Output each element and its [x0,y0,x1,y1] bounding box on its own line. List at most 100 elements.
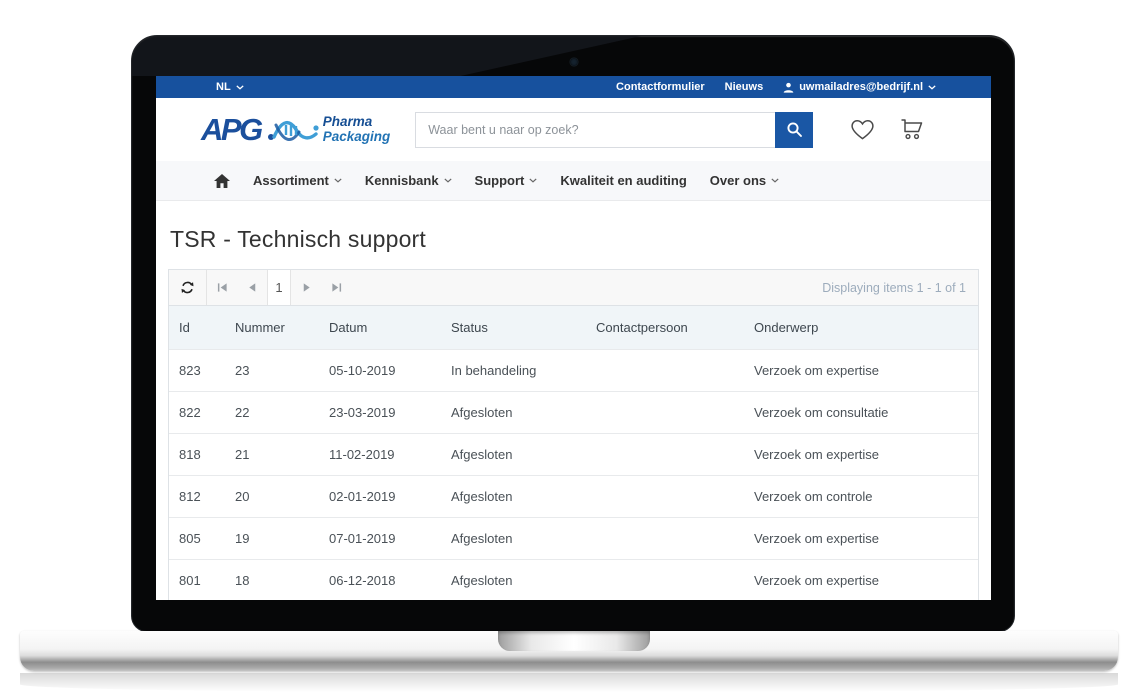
nav-item-kwaliteit[interactable]: Kwaliteit en auditing [560,173,686,188]
cell-nummer: 19 [225,517,319,559]
page-title: TSR - Technisch support [170,226,979,253]
next-page-button[interactable] [291,270,321,305]
tickets-grid-panel: 1 Displaying items 1 - 1 [168,269,979,600]
cell-id: 805 [169,517,225,559]
site-topbar: NL Contactformulier Nieuws uwmailadres@b… [156,76,991,98]
account-menu[interactable]: uwmailadres@bedrijf.nl [783,81,936,93]
search-icon [786,121,803,138]
language-selector[interactable]: NL [216,81,244,93]
browser-viewport: NL Contactformulier Nieuws uwmailadres@b… [156,76,991,600]
search-button[interactable] [775,112,813,148]
laptop-screen-frame: NL Contactformulier Nieuws uwmailadres@b… [131,35,1015,632]
nav-item-label: Over ons [710,173,766,188]
search-bar [415,112,813,148]
first-page-button[interactable] [207,270,237,305]
cell-datum: 05-10-2019 [319,349,441,391]
logo-tagline: Pharma Packaging [323,115,391,144]
first-page-icon [217,282,228,293]
cell-datum: 11-02-2019 [319,433,441,475]
cell-id: 801 [169,559,225,600]
cell-nummer: 20 [225,475,319,517]
table-row[interactable]: 822 22 23-03-2019 Afgesloten Verzoek om … [169,391,978,433]
nav-item-kennisbank[interactable]: Kennisbank [365,173,452,188]
nav-home[interactable] [214,174,230,188]
home-icon [214,174,230,188]
laptop-base [20,631,1118,671]
next-page-icon [302,282,311,293]
cell-status: Afgesloten [441,559,586,600]
user-icon [783,82,794,93]
cell-contactpersoon [586,349,744,391]
search-input[interactable] [415,112,775,148]
cell-nummer: 22 [225,391,319,433]
cell-nummer: 18 [225,559,319,600]
cell-id: 822 [169,391,225,433]
cell-onderwerp: Verzoek om controle [744,475,978,517]
tickets-table: Id Nummer Datum Status Contactpersoon On… [169,306,978,600]
bezel-reflection [132,36,662,76]
chevron-down-icon [236,85,244,90]
nav-item-over-ons[interactable]: Over ons [710,173,779,188]
current-page-indicator[interactable]: 1 [267,270,291,305]
refresh-icon [180,280,195,295]
cell-contactpersoon [586,517,744,559]
webcam-icon [570,58,578,66]
cell-nummer: 21 [225,433,319,475]
column-header-contactpersoon[interactable]: Contactpersoon [586,306,744,349]
cell-onderwerp: Verzoek om expertise [744,559,978,600]
cell-status: Afgesloten [441,391,586,433]
grid-toolbar: 1 Displaying items 1 - 1 [169,270,978,306]
page-content: TSR - Technisch support [156,226,991,600]
last-page-icon [331,282,342,293]
account-email: uwmailadres@bedrijf.nl [799,81,923,93]
prev-page-button[interactable] [237,270,267,305]
table-row[interactable]: 818 21 11-02-2019 Afgesloten Verzoek om … [169,433,978,475]
logo-brand-text: APG [201,114,261,145]
table-row[interactable]: 801 18 06-12-2018 Afgesloten Verzoek om … [169,559,978,600]
cell-contactpersoon [586,433,744,475]
nav-item-support[interactable]: Support [475,173,538,188]
site-header: APG Pharma Packaging [156,98,991,161]
column-header-datum[interactable]: Datum [319,306,441,349]
column-header-nummer[interactable]: Nummer [225,306,319,349]
dna-helix-icon [267,115,319,147]
cell-status: In behandeling [441,349,586,391]
cart-icon [899,118,925,141]
cell-id: 823 [169,349,225,391]
main-nav: Assortiment Kennisbank Support Kwaliteit… [156,161,991,201]
chevron-down-icon [928,85,936,90]
table-row[interactable]: 812 20 02-01-2019 Afgesloten Verzoek om … [169,475,978,517]
grid-status-text: Displaying items 1 - 1 of 1 [822,281,978,295]
last-page-button[interactable] [321,270,351,305]
company-logo[interactable]: APG Pharma Packaging [201,113,390,147]
news-link[interactable]: Nieuws [725,81,764,93]
refresh-button[interactable] [169,270,207,305]
table-header-row: Id Nummer Datum Status Contactpersoon On… [169,306,978,349]
heart-icon [850,119,875,141]
laptop-lid-notch [498,631,650,651]
cart-button[interactable] [899,118,925,141]
laptop-reflection [20,673,1118,692]
cell-datum: 07-01-2019 [319,517,441,559]
cell-datum: 23-03-2019 [319,391,441,433]
nav-item-label: Kwaliteit en auditing [560,173,686,188]
chevron-down-icon [444,178,452,183]
prev-page-icon [248,282,257,293]
contact-form-link[interactable]: Contactformulier [616,81,705,93]
logo-tagline-line1: Pharma [323,115,391,130]
chevron-down-icon [529,178,537,183]
nav-item-assortiment[interactable]: Assortiment [253,173,342,188]
logo-tagline-line2: Packaging [323,130,391,145]
cell-contactpersoon [586,391,744,433]
cell-contactpersoon [586,475,744,517]
cell-onderwerp: Verzoek om consultatie [744,391,978,433]
cell-contactpersoon [586,559,744,600]
wishlist-button[interactable] [850,119,875,141]
table-row[interactable]: 805 19 07-01-2019 Afgesloten Verzoek om … [169,517,978,559]
column-header-status[interactable]: Status [441,306,586,349]
table-row[interactable]: 823 23 05-10-2019 In behandeling Verzoek… [169,349,978,391]
cell-onderwerp: Verzoek om expertise [744,433,978,475]
cell-status: Afgesloten [441,433,586,475]
column-header-onderwerp[interactable]: Onderwerp [744,306,978,349]
column-header-id[interactable]: Id [169,306,225,349]
